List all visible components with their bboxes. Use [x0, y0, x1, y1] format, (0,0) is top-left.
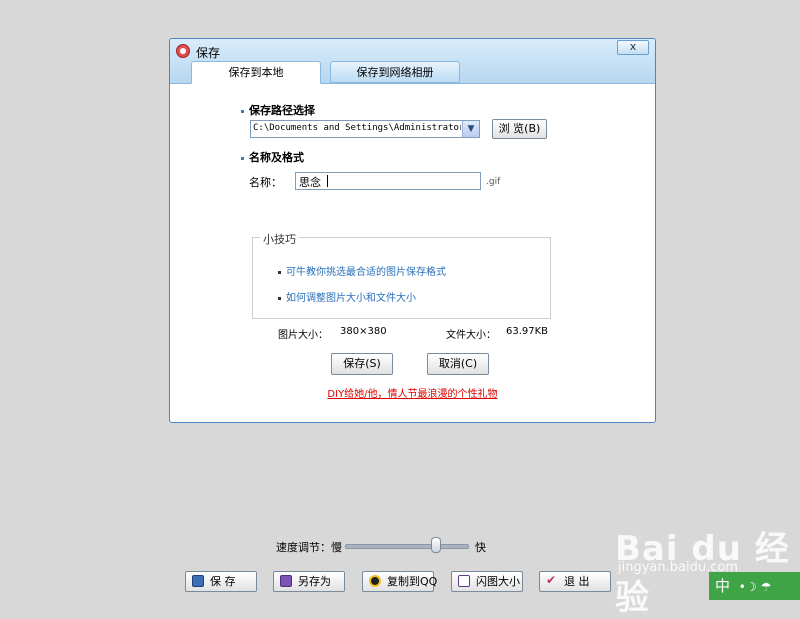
- name-label: 名称：: [249, 176, 282, 189]
- dialog-titlebar[interactable]: 保存 x 保存到本地 保存到网络相册: [170, 39, 655, 84]
- save-dialog: 保存 x 保存到本地 保存到网络相册 保存路径选择 C:\Documents a…: [169, 38, 656, 423]
- image-size-label: 图片大小：: [278, 330, 328, 341]
- file-extension: .gif: [486, 177, 501, 187]
- tip-link-format[interactable]: 可牛教你挑选最合适的图片保存格式: [278, 263, 446, 278]
- toolbar-copy-to-qq-button[interactable]: 复制到QQ: [362, 571, 437, 592]
- tab-save-local[interactable]: 保存到本地: [191, 61, 321, 84]
- toolbar-save-as-button[interactable]: 另存为: [273, 571, 345, 592]
- toolbar-save-button[interactable]: 保 存: [185, 571, 257, 592]
- cancel-button[interactable]: 取消(C): [427, 353, 489, 375]
- save-button[interactable]: 保存(S): [331, 353, 393, 375]
- name-section-title: 名称及格式: [241, 149, 304, 165]
- bullet-icon: [241, 156, 244, 160]
- browse-button[interactable]: 浏 览(B): [492, 119, 547, 139]
- file-size-label: 文件大小：: [446, 330, 496, 341]
- file-size-value: 63.97KB: [506, 326, 549, 337]
- image-size-value: 380×380: [340, 326, 387, 337]
- bullet-icon: [241, 109, 244, 113]
- close-button[interactable]: x: [617, 40, 649, 55]
- exit-check-icon: ✔: [546, 573, 557, 587]
- speed-slider-thumb[interactable]: [430, 537, 441, 553]
- dialog-title: 保存: [196, 46, 221, 60]
- save-path-select[interactable]: C:\Documents and Settings\Administrator\…: [250, 120, 480, 138]
- qq-penguin-icon: [369, 575, 381, 587]
- ime-status-bar[interactable]: 中 •☽ ☂: [709, 572, 800, 600]
- save-as-icon: [280, 575, 292, 587]
- tips-box: 小技巧 可牛教你挑选最合适的图片保存格式 如何调整图片大小和文件大小: [252, 231, 551, 319]
- file-name-input[interactable]: 思念: [295, 172, 481, 190]
- bullet-icon: [278, 270, 281, 274]
- tips-legend: 小技巧: [260, 231, 299, 247]
- tip-link-resize[interactable]: 如何调整图片大小和文件大小: [278, 289, 416, 304]
- toolbar-flash-size-button[interactable]: 闪图大小: [451, 571, 523, 592]
- speed-label: 速度调节：慢: [276, 541, 342, 554]
- tab-save-web-album[interactable]: 保存到网络相册: [330, 61, 460, 83]
- ime-symbols[interactable]: •☽ ☂: [739, 580, 771, 594]
- speed-fast-label: 快: [475, 541, 486, 554]
- chevron-down-icon[interactable]: ▼: [462, 121, 479, 137]
- speed-slider-track[interactable]: [345, 544, 469, 549]
- ime-mode-label[interactable]: 中: [715, 577, 730, 595]
- save-path-value: C:\Documents and Settings\Administrator\: [253, 123, 461, 133]
- path-section-title: 保存路径选择: [241, 102, 315, 118]
- bullet-icon: [278, 296, 281, 300]
- floppy-disk-icon: [192, 575, 204, 587]
- toolbar-exit-button[interactable]: ✔ 退 出: [539, 571, 611, 592]
- app-logo-icon: [176, 44, 190, 58]
- image-size-icon: [458, 575, 470, 587]
- promo-link[interactable]: DIY给她/他，情人节最浪漫的个性礼物: [170, 385, 655, 400]
